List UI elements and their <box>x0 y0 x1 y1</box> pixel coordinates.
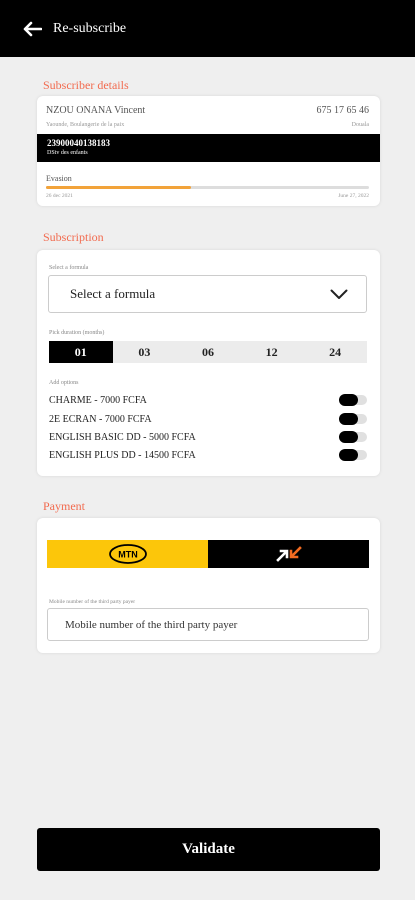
payer-phone-label: Mobile number of the third party payer <box>49 599 136 605</box>
subscription-progress <box>46 186 369 189</box>
option-row: CHARME - 7000 FCFA <box>49 393 367 407</box>
payment-card: MTN Mobile number of the third party pay… <box>37 518 380 653</box>
duration-option[interactable]: 06 <box>176 341 240 363</box>
mtn-logo-icon: MTN <box>108 544 147 564</box>
option-toggle[interactable] <box>339 431 367 443</box>
option-row: 2E ECRAN - 7000 FCFA <box>49 412 367 426</box>
orange-money-option[interactable] <box>208 540 369 568</box>
subscriber-address: Yaounde, Boulangerie de la paix <box>46 122 125 128</box>
subscription-progress-fill <box>46 186 192 189</box>
payer-phone-input[interactable] <box>47 608 369 641</box>
option-row: ENGLISH BASIC DD - 5000 FCFA <box>49 430 367 444</box>
subscriber-section-title: Subscriber details <box>43 78 129 92</box>
toggle-knob <box>339 394 358 406</box>
duration-option[interactable]: 03 <box>113 341 177 363</box>
start-date: 26 dec 2021 <box>46 193 73 199</box>
option-label: ENGLISH BASIC DD - 5000 FCFA <box>49 431 196 443</box>
option-row: ENGLISH PLUS DD - 14500 FCFA <box>49 448 367 462</box>
formula-select-value: Select a formula <box>70 286 156 301</box>
payment-methods: MTN <box>47 540 369 568</box>
duration-option[interactable]: 12 <box>240 341 304 363</box>
formula-label: Select a formula <box>49 265 89 271</box>
payment-section-title: Payment <box>43 499 85 513</box>
subscriber-card: NZOU ONANA Vincent 675 17 65 46 Yaounde,… <box>37 96 380 206</box>
decoder-number: 23900040138183 <box>47 138 110 148</box>
app-header: Re-subscribe <box>0 0 415 57</box>
duration-option[interactable]: 24 <box>303 341 367 363</box>
toggle-knob <box>339 413 358 425</box>
duration-label: Pick duration (months) <box>49 330 105 336</box>
chevron-down-icon <box>330 289 348 299</box>
back-button[interactable] <box>20 17 44 41</box>
option-label: 2E ECRAN - 7000 FCFA <box>49 413 152 425</box>
current-offer: Evasion <box>46 174 72 183</box>
subscriber-name: NZOU ONANA Vincent <box>46 105 146 116</box>
toggle-knob <box>339 431 358 443</box>
option-toggle[interactable] <box>339 449 367 461</box>
page-title: Re-subscribe <box>53 20 127 36</box>
subscription-card: Select a formula Select a formula Pick d… <box>37 250 380 476</box>
formula-select[interactable]: Select a formula <box>48 275 367 313</box>
subscriber-phone: 675 17 65 46 <box>316 105 370 116</box>
option-label: ENGLISH PLUS DD - 14500 FCFA <box>49 449 196 461</box>
duration-picker: 01 03 06 12 24 <box>49 341 367 363</box>
option-label: CHARME - 7000 FCFA <box>49 394 147 406</box>
end-date: June 27, 2022 <box>338 193 369 199</box>
subscriber-city: Douala <box>351 122 369 128</box>
toggle-knob <box>339 449 358 461</box>
duration-option[interactable]: 01 <box>49 341 113 363</box>
decoder-label: DStv des enfants <box>47 150 88 156</box>
options-label: Add options <box>49 380 79 386</box>
decoder-band: 23900040138183 DStv des enfants <box>37 134 380 162</box>
arrow-left-icon <box>23 21 42 36</box>
option-toggle[interactable] <box>339 394 367 406</box>
orange-money-icon <box>275 546 302 562</box>
subscription-section-title: Subscription <box>43 230 104 244</box>
option-toggle[interactable] <box>339 413 367 425</box>
mtn-logo-text: MTN <box>118 550 138 560</box>
mtn-momo-option[interactable]: MTN <box>47 540 208 568</box>
validate-button[interactable]: Validate <box>37 828 380 871</box>
